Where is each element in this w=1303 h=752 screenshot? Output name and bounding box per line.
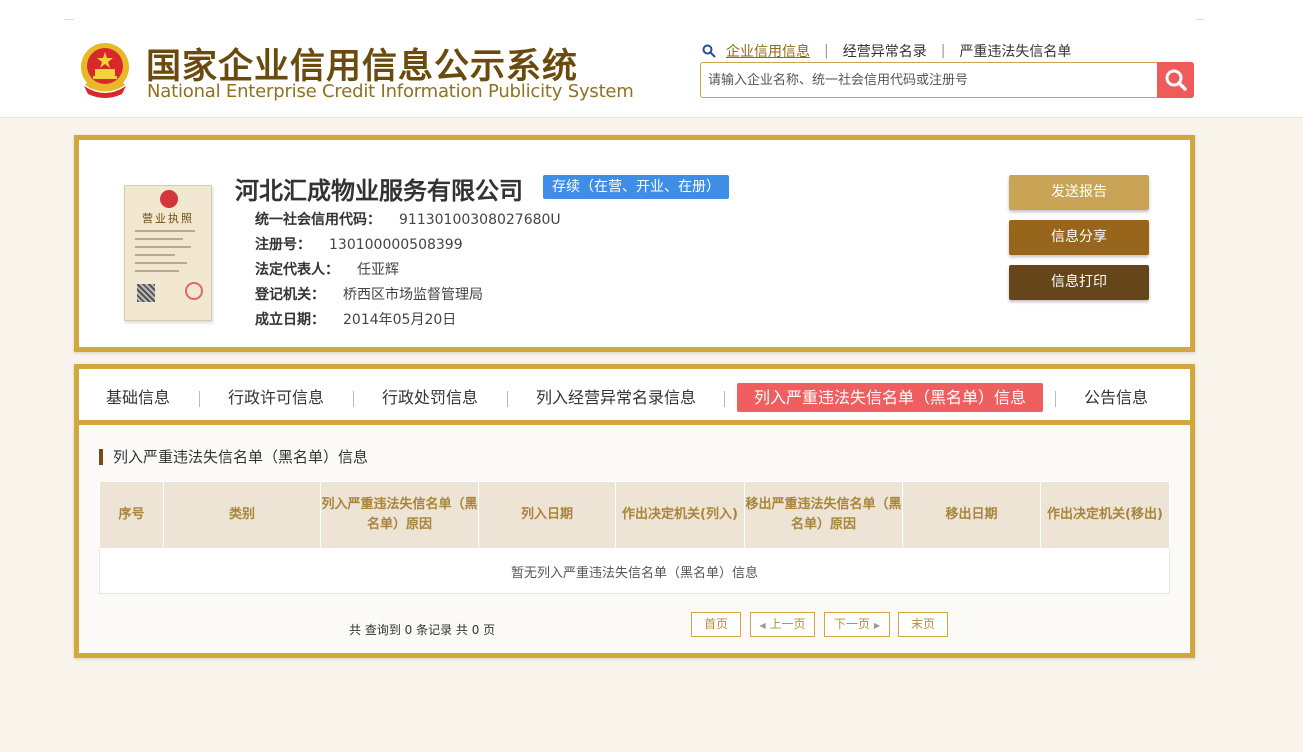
seal-icon: [185, 282, 203, 300]
field-value: 桥西区市场监督管理局: [343, 287, 483, 303]
field-value: 任亚辉: [357, 262, 399, 278]
header-corner-mark: [64, 19, 74, 20]
last-page-button[interactable]: 末页: [898, 612, 948, 637]
pager-label: 上一页: [769, 617, 806, 631]
first-page-button[interactable]: 首页: [691, 612, 741, 637]
field-label: 统一社会信用代码：: [255, 212, 381, 228]
table-row: 暂无列入严重违法失信名单（黑名单）信息: [99, 548, 1170, 594]
field-label: 成立日期：: [255, 312, 325, 328]
license-text-lines: [135, 230, 195, 278]
field-label: 法定代表人：: [255, 262, 339, 278]
status-badge: 存续（在营、开业、在册）: [543, 175, 729, 199]
column-header: 类别: [163, 481, 321, 549]
field-reg-authority: 登记机关： 桥西区市场监督管理局: [255, 284, 483, 304]
tab-bar: 基础信息 行政许可信息 行政处罚信息 列入经营异常名录信息 列入严重违法失信名单…: [79, 369, 1190, 425]
print-info-button[interactable]: 信息打印: [1009, 265, 1149, 300]
top-nav: 企业信用信息 | 经营异常名录 | 严重违法失信名单: [702, 42, 1071, 60]
site-subtitle: National Enterprise Credit Information P…: [147, 81, 634, 102]
company-card: 营业执照 河北汇成物业服务有限公司 存续（在营、开业、在册） 统一社会信用代码：…: [74, 135, 1195, 352]
field-value: 130100000508399: [329, 237, 463, 253]
field-value: 2014年05月20日: [343, 312, 457, 328]
tab-basic-info[interactable]: 基础信息: [106, 383, 170, 412]
tab-announcements[interactable]: 公告信息: [1084, 383, 1148, 412]
business-license-thumbnail[interactable]: 营业执照: [124, 185, 212, 321]
nav-blacklist[interactable]: 严重违法失信名单: [959, 41, 1071, 61]
license-emblem-icon: [160, 190, 178, 208]
nav-abnormal-list[interactable]: 经营异常名录: [843, 41, 927, 61]
share-info-button[interactable]: 信息分享: [1009, 220, 1149, 255]
prev-page-button[interactable]: ◀ 上一页: [750, 612, 815, 637]
blacklist-table: 序号 类别 列入严重违法失信名单（黑名单）原因 列入日期 作出决定机关(列入) …: [99, 481, 1170, 594]
search-input[interactable]: [701, 63, 1157, 97]
column-header: 移出日期: [902, 481, 1041, 549]
tab-divider: [1055, 391, 1056, 407]
header-corner-mark: [1195, 19, 1205, 20]
license-title: 营业执照: [142, 212, 194, 225]
tab-divider: [724, 391, 725, 407]
column-header: 列入日期: [478, 481, 616, 549]
table-header-row: 序号 类别 列入严重违法失信名单（黑名单）原因 列入日期 作出决定机关(列入) …: [99, 481, 1170, 549]
pager-label: 末页: [910, 617, 935, 631]
section-title: 列入严重违法失信名单（黑名单）信息: [99, 449, 368, 465]
site-header: 国家企业信用信息公示系统 National Enterprise Credit …: [0, 0, 1303, 118]
field-founded-date: 成立日期： 2014年05月20日: [255, 309, 456, 329]
nav-enterprise-credit[interactable]: 企业信用信息: [726, 41, 810, 61]
search-box: [700, 62, 1194, 98]
national-emblem-icon: [81, 43, 129, 98]
field-reg-number: 注册号： 130100000508399: [255, 234, 463, 254]
column-header: 作出决定机关(列入): [615, 481, 745, 549]
chevron-left-icon: ◀: [759, 621, 766, 630]
qr-code-icon: [137, 284, 155, 302]
tab-divider: [353, 391, 354, 407]
next-page-button[interactable]: 下一页 ▶: [824, 612, 890, 637]
column-header: 列入严重违法失信名单（黑名单）原因: [320, 481, 479, 549]
tab-blacklist[interactable]: 列入严重违法失信名单（黑名单）信息: [737, 383, 1044, 412]
company-name: 河北汇成物业服务有限公司: [235, 177, 523, 205]
tab-divider: [507, 391, 508, 407]
field-legal-rep: 法定代表人： 任亚辉: [255, 259, 399, 279]
send-report-button[interactable]: 发送报告: [1009, 175, 1149, 210]
column-header: 作出决定机关(移出): [1040, 481, 1170, 549]
tab-admin-license[interactable]: 行政许可信息: [228, 383, 324, 412]
search-icon: [702, 44, 716, 58]
empty-state-text: 暂无列入严重违法失信名单（黑名单）信息: [99, 548, 1170, 594]
field-value: 91130100308027680U: [399, 212, 561, 228]
search-icon: [1165, 69, 1187, 91]
chevron-right-icon: ▶: [873, 621, 880, 630]
pager-label: 下一页: [834, 617, 871, 631]
column-header: 序号: [99, 481, 164, 549]
pager-label: 首页: [703, 617, 728, 631]
info-panel: 基础信息 行政许可信息 行政处罚信息 列入经营异常名录信息 列入严重违法失信名单…: [74, 364, 1195, 658]
tab-admin-penalty[interactable]: 行政处罚信息: [382, 383, 478, 412]
record-count: 共 查询到 0 条记录 共 0 页: [349, 623, 496, 637]
blacklist-section: 列入严重违法失信名单（黑名单）信息 序号 类别 列入严重违法失信名单（黑名单）原…: [79, 425, 1190, 653]
field-label: 登记机关：: [255, 287, 325, 303]
search-button[interactable]: [1157, 62, 1194, 98]
tab-divider: [199, 391, 200, 407]
field-label: 注册号：: [255, 237, 311, 253]
column-header: 移出严重违法失信名单（黑名单）原因: [744, 481, 903, 549]
field-credit-code: 统一社会信用代码： 91130100308027680U: [255, 209, 561, 229]
nav-divider: |: [824, 43, 829, 59]
tab-abnormal-list[interactable]: 列入经营异常名录信息: [536, 383, 696, 412]
nav-divider: |: [940, 43, 946, 59]
